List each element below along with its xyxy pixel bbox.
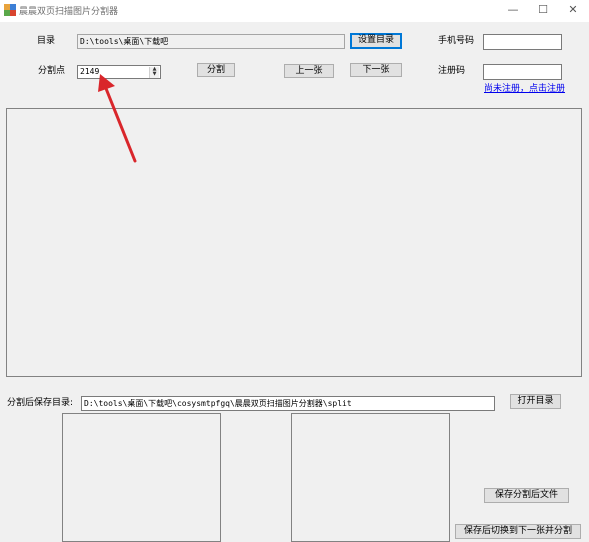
save-dir-field[interactable]: D:\tools\桌面\下载吧\cosysmtpfgq\晨晨双页扫描图片分割器\…	[81, 396, 495, 411]
reg-code-field[interactable]	[483, 64, 562, 80]
save-dir-label: 分割后保存目录:	[7, 398, 74, 408]
dir-field[interactable]: D:\tools\桌面\下载吧	[77, 34, 345, 49]
minimize-button[interactable]: —	[496, 0, 530, 22]
right-split-preview	[291, 413, 450, 542]
save-split-button[interactable]: 保存分割后文件	[484, 488, 569, 503]
split-point-label: 分割点	[38, 66, 66, 76]
window-title: 晨晨双页扫描图片分割器	[19, 7, 119, 17]
open-dir-button[interactable]: 打开目录	[510, 394, 561, 409]
maximize-button[interactable]: ☐	[526, 0, 560, 22]
save-and-next-button[interactable]: 保存后切换到下一张并分割	[455, 524, 581, 539]
register-link[interactable]: 尚未注册，点击注册	[484, 81, 565, 94]
spin-arrows-icon[interactable]: ▲ ▼	[149, 67, 159, 78]
annotation-arrow-icon	[98, 74, 137, 163]
next-button[interactable]: 下一张	[350, 63, 402, 77]
close-button[interactable]: ✕	[556, 0, 589, 22]
set-dir-button[interactable]: 设置目录	[350, 33, 402, 49]
phone-label: 手机号码	[438, 36, 475, 46]
prev-button[interactable]: 上一张	[284, 64, 334, 78]
left-split-preview	[62, 413, 221, 542]
app-icon	[4, 4, 16, 16]
split-button[interactable]: 分割	[197, 63, 235, 77]
phone-field[interactable]	[483, 34, 562, 50]
reg-code-label: 注册码	[438, 66, 466, 76]
dir-label: 目录	[37, 36, 56, 46]
image-preview-panel	[6, 108, 582, 377]
